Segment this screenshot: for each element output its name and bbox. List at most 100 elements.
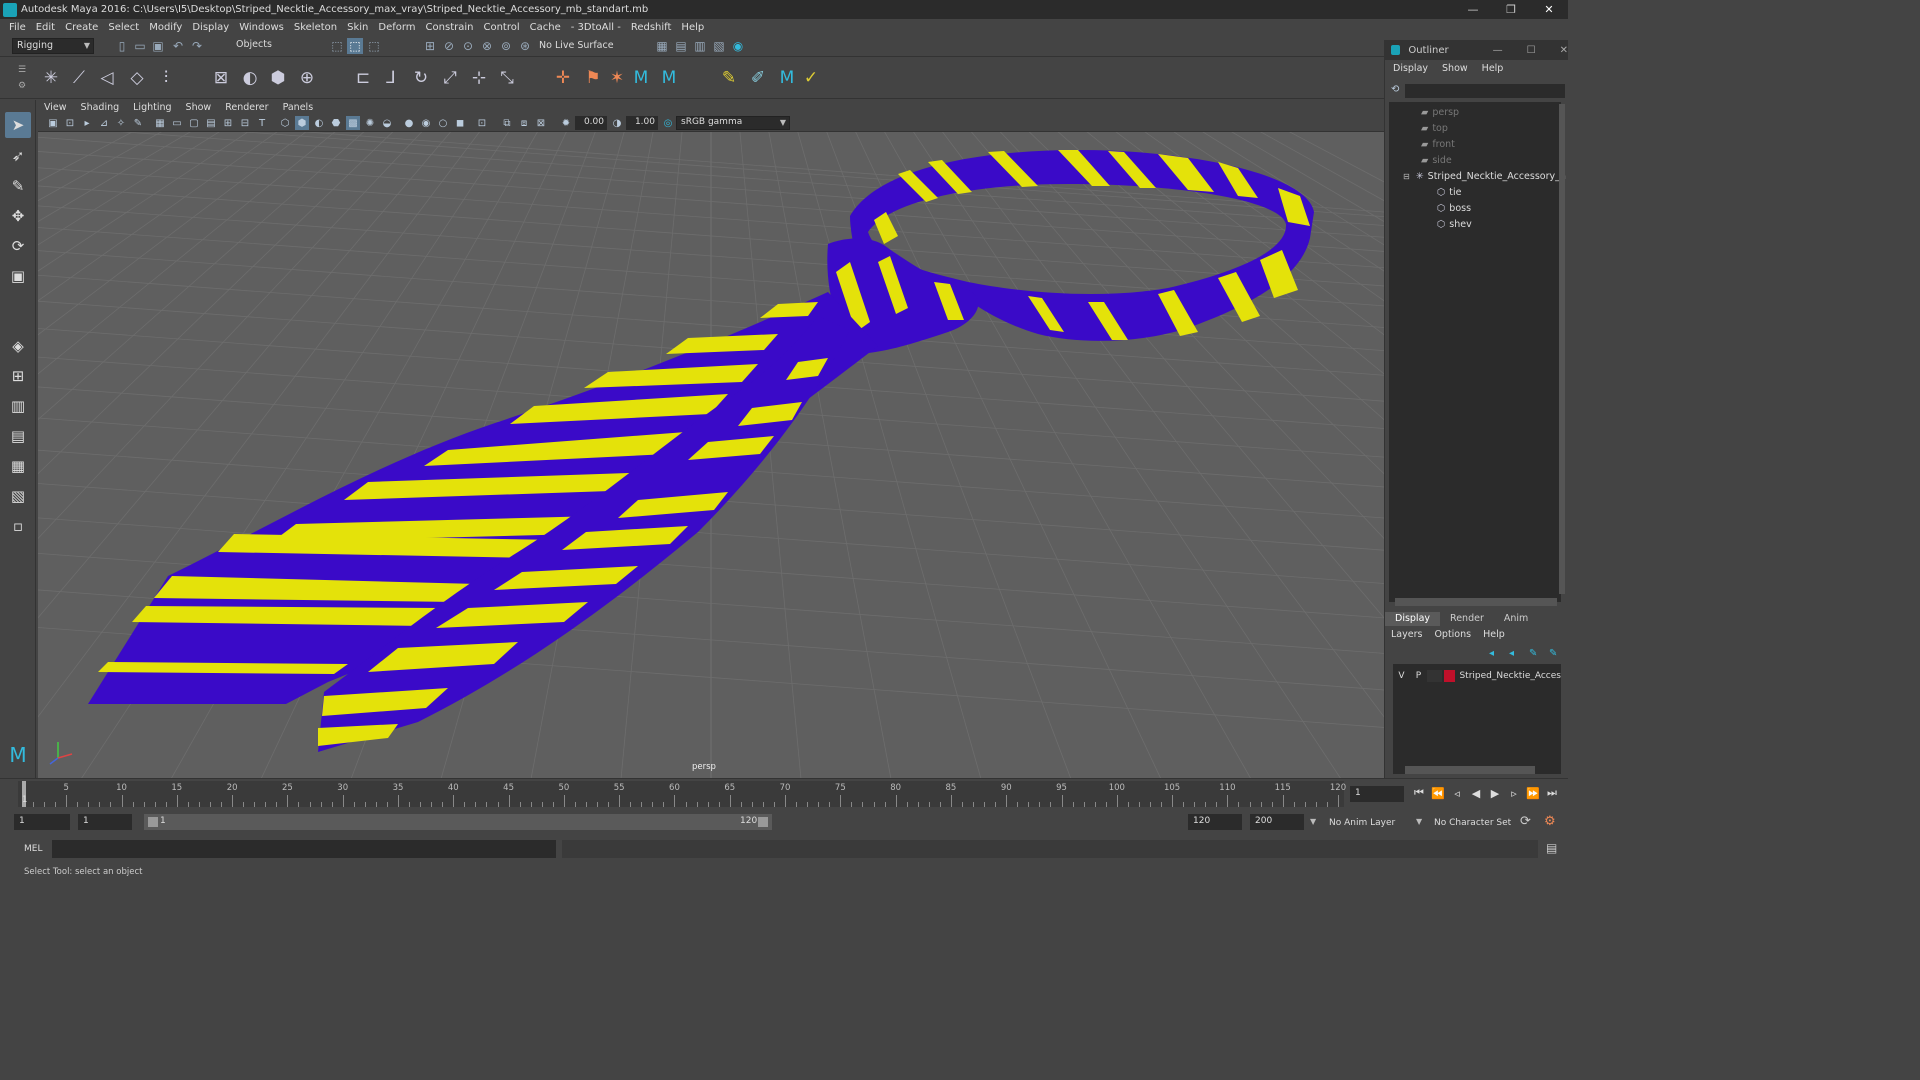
- tab-render[interactable]: Render: [1440, 612, 1494, 626]
- menu-skeleton[interactable]: Skeleton: [294, 22, 337, 33]
- ipr-render-icon[interactable]: ▥: [692, 38, 708, 54]
- wireframe-on-shaded-icon[interactable]: ⬣: [329, 116, 343, 130]
- four-view-icon[interactable]: ⊞: [5, 363, 31, 389]
- color-management-icon[interactable]: ◎: [661, 116, 675, 130]
- new-scene-icon[interactable]: ▯: [114, 38, 130, 54]
- undo-icon[interactable]: ↶: [170, 38, 186, 54]
- wireframe-icon[interactable]: ⬡: [278, 116, 292, 130]
- xray-icon[interactable]: ⧉: [500, 116, 514, 130]
- camera-attr-icon[interactable]: ⊡: [63, 116, 77, 130]
- point-constraint-icon[interactable]: ⅃: [378, 65, 404, 91]
- menu-help[interactable]: Help: [681, 22, 704, 33]
- snap-point-icon[interactable]: ⊙: [460, 38, 476, 54]
- chevron-down-icon[interactable]: ▼: [1416, 817, 1422, 826]
- outliner-minimize-button[interactable]: —: [1493, 45, 1503, 56]
- layer-display-type[interactable]: [1427, 670, 1443, 682]
- go-to-end-icon[interactable]: ⏭: [1544, 785, 1560, 801]
- xray-components-icon[interactable]: ⊠: [534, 116, 548, 130]
- current-frame-field[interactable]: 1: [1350, 786, 1404, 802]
- animation-end-field[interactable]: 200: [1250, 814, 1304, 830]
- panel-menu-shading[interactable]: Shading: [81, 102, 120, 113]
- field-chart-icon[interactable]: ⊞: [221, 116, 235, 130]
- outliner-vertical-scrollbar[interactable]: [1559, 104, 1565, 594]
- command-input[interactable]: [52, 840, 556, 858]
- paint-select-icon[interactable]: ✎: [5, 173, 31, 199]
- xray-joints-icon[interactable]: ⧈: [517, 116, 531, 130]
- menu-redshift[interactable]: Redshift: [631, 22, 672, 33]
- select-tool-icon[interactable]: ➤: [5, 112, 31, 138]
- scale-tool-icon[interactable]: ▣: [5, 263, 31, 289]
- pole-vector-icon[interactable]: ⤡: [494, 65, 520, 91]
- outliner-search-input[interactable]: [1405, 84, 1565, 98]
- tab-anim[interactable]: Anim: [1494, 612, 1538, 626]
- playback-end-field[interactable]: 120: [1188, 814, 1242, 830]
- image-plane-icon[interactable]: ⊿: [97, 116, 111, 130]
- isolate-select-icon[interactable]: ⊡: [475, 116, 489, 130]
- layer-menu-layers[interactable]: Layers: [1391, 629, 1422, 640]
- outliner-menu-display[interactable]: Display: [1393, 63, 1428, 74]
- orient-constraint-icon[interactable]: ↻: [408, 65, 434, 91]
- camera-icon[interactable]: ▣: [46, 116, 60, 130]
- outliner-item-persp[interactable]: ▰ persp: [1421, 104, 1459, 120]
- menu-set-dropdown[interactable]: Rigging ▼: [12, 38, 94, 54]
- lasso-tool-icon[interactable]: ➶: [5, 143, 31, 169]
- bookmark-icon[interactable]: ▸: [80, 116, 94, 130]
- menu-cache[interactable]: Cache: [530, 22, 561, 33]
- playback-start-field[interactable]: 1: [78, 814, 132, 830]
- snap-view-icon[interactable]: ⊗: [479, 38, 495, 54]
- outliner-item-top[interactable]: ▰ top: [1421, 120, 1448, 136]
- menu-windows[interactable]: Windows: [239, 22, 284, 33]
- anim-layer-dropdown[interactable]: No Anim Layer: [1329, 818, 1395, 828]
- safe-title-icon[interactable]: T: [255, 116, 269, 130]
- layer-color-swatch[interactable]: [1444, 670, 1456, 682]
- smooth-shade-icon[interactable]: ⬢: [295, 116, 309, 130]
- step-back-frame-icon[interactable]: ◃: [1449, 785, 1465, 801]
- hypershade-icon[interactable]: ◉: [730, 38, 746, 54]
- outliner-item-shev[interactable]: ⬡ shev: [1437, 216, 1472, 232]
- selection-mask-dropdown[interactable]: Objects: [232, 38, 312, 54]
- close-button[interactable]: ✕: [1530, 0, 1568, 19]
- snap-grid-icon[interactable]: ⊞: [422, 38, 438, 54]
- shelf-settings-icon[interactable]: ⚙: [18, 81, 26, 91]
- chevron-down-icon[interactable]: ▼: [1310, 817, 1316, 826]
- outliner-item-group[interactable]: ⊟ ✳ Striped_Necktie_Accessory_n: [1403, 168, 1566, 184]
- maya-m3-icon[interactable]: M: [774, 65, 800, 91]
- menu-edit[interactable]: Edit: [36, 22, 55, 33]
- brush-icon[interactable]: ✐: [745, 65, 771, 91]
- view-transform-dropdown[interactable]: sRGB gamma ▼: [676, 116, 790, 130]
- shadows-icon[interactable]: ◒: [380, 116, 394, 130]
- outliner-item-tie[interactable]: ⬡ tie: [1437, 184, 1462, 200]
- tab-display[interactable]: Display: [1385, 612, 1441, 626]
- layer-visibility-toggle[interactable]: V: [1393, 671, 1410, 681]
- scale-constraint-icon[interactable]: ⤢: [437, 65, 463, 91]
- range-start-handle[interactable]: [148, 817, 158, 827]
- render-frame-icon[interactable]: ▤: [673, 38, 689, 54]
- quick-rig-icon[interactable]: ⫶: [153, 65, 179, 91]
- menu-control[interactable]: Control: [483, 22, 519, 33]
- safe-action-icon[interactable]: ⊟: [238, 116, 252, 130]
- outliner-close-button[interactable]: ✕: [1560, 45, 1568, 56]
- resolution-gate-icon[interactable]: ▢: [187, 116, 201, 130]
- animation-start-field[interactable]: 1: [14, 814, 70, 830]
- outliner-layout-icon[interactable]: ▤: [5, 423, 31, 449]
- step-back-key-icon[interactable]: ⏪: [1430, 785, 1446, 801]
- select-hierarchy-icon[interactable]: ⬚: [329, 38, 345, 54]
- paint-weights-icon[interactable]: ◐: [237, 65, 263, 91]
- menu-3dtoall[interactable]: - 3DtoAll -: [571, 22, 621, 33]
- layer-playback-toggle[interactable]: P: [1410, 671, 1427, 681]
- two-view-icon[interactable]: ▥: [5, 393, 31, 419]
- move-tool-icon[interactable]: ✥: [5, 203, 31, 229]
- outliner-menu-help[interactable]: Help: [1482, 63, 1504, 74]
- gate-mask-icon[interactable]: ▤: [204, 116, 218, 130]
- use-all-lights-icon[interactable]: ✺: [363, 116, 377, 130]
- collapse-icon[interactable]: ⊟: [1403, 172, 1410, 181]
- textured-icon[interactable]: ▩: [346, 116, 360, 130]
- character-set-dropdown[interactable]: No Character Set: [1434, 818, 1511, 828]
- script-icon[interactable]: ✎: [716, 65, 742, 91]
- layer-menu-help[interactable]: Help: [1483, 629, 1505, 640]
- graph-layout-icon[interactable]: ▦: [5, 453, 31, 479]
- joint-tool-icon[interactable]: ✳: [38, 65, 64, 91]
- ik-handle-icon[interactable]: ⟋: [66, 65, 92, 91]
- hypershade-layout-icon[interactable]: ▧: [5, 483, 31, 509]
- panel-menu-panels[interactable]: Panels: [283, 102, 314, 113]
